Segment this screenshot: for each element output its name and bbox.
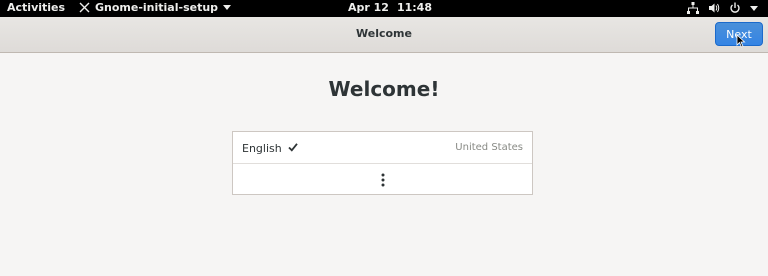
header-bar: Welcome Next (0, 17, 768, 53)
activities-button[interactable]: Activities (7, 1, 65, 14)
app-menu[interactable]: Gnome-initial-setup (79, 1, 232, 14)
caret-down-icon (750, 5, 758, 11)
volume-icon (709, 3, 720, 13)
network-icon (687, 2, 699, 14)
app-menu-label: Gnome-initial-setup (95, 1, 219, 14)
window-title: Welcome (356, 27, 412, 40)
main-content: Welcome! English United States (0, 53, 768, 276)
app-icon (79, 2, 90, 13)
more-icon (381, 173, 385, 187)
clock-time: 11:48 (396, 1, 432, 14)
clock-date: Apr 12 (348, 1, 389, 14)
language-name: English (242, 142, 282, 155)
checkmark-icon (288, 143, 298, 152)
more-languages-row[interactable] (233, 164, 532, 194)
power-icon (730, 2, 740, 13)
top-bar: Activities Gnome-initial-setup Apr 12 11… (0, 0, 768, 17)
page-title: Welcome! (328, 77, 440, 101)
clock[interactable]: Apr 12 11:48 (348, 1, 432, 14)
caret-down-icon (223, 5, 232, 10)
language-list: English United States (232, 131, 533, 195)
language-region: United States (455, 142, 523, 153)
system-status-menu[interactable] (687, 2, 758, 14)
cursor-icon (736, 34, 746, 48)
language-row-english[interactable]: English United States (233, 132, 532, 164)
